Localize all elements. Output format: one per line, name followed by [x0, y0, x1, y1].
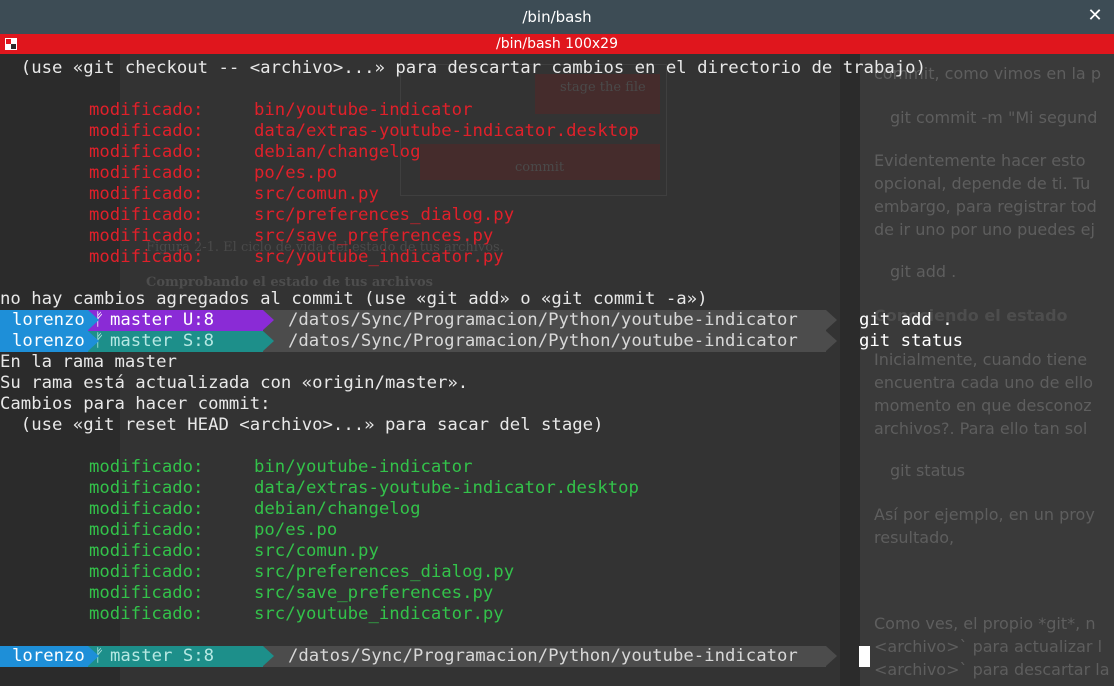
prompt-command: git status — [859, 331, 964, 351]
modified-file-line: modificado: data/extras-youtube-indicator… — [0, 121, 1114, 142]
staged-file-name: debian/changelog — [254, 499, 421, 519]
close-icon[interactable]: ✕ — [1086, 7, 1104, 25]
modified-file-name: src/comun.py — [254, 184, 379, 204]
modified-label: modificado: — [89, 163, 204, 183]
modified-file-line: modificado: src/youtube_indicator.py — [0, 247, 1114, 268]
terminal-output[interactable]: stage the file commit Figura 2-1. El cic… — [0, 54, 1114, 686]
modified-file-name: src/preferences_dialog.py — [254, 205, 515, 225]
staged-file-name: src/preferences_dialog.py — [254, 562, 515, 582]
modified-label: modificado: — [89, 100, 204, 120]
prompt-user: lorenzo — [12, 331, 85, 351]
prompt-path: /datos/Sync/Programacion/Python/youtube-… — [288, 331, 798, 351]
modified-file-line: modificado: po/es.po — [0, 163, 1114, 184]
shell-prompt: lorenzo ᚠ master S:8 /datos/Sync/Programa… — [0, 646, 1114, 667]
prompt-branch: master U:8 — [110, 310, 215, 330]
staged-file-line: modificado: data/extras-youtube-indicator… — [0, 478, 1114, 499]
prompt-user-segment: lorenzo — [0, 646, 99, 667]
terminal-line: (use «git checkout -- <archivo>...» para… — [0, 58, 926, 78]
prompt-branch: master S:8 — [110, 646, 215, 666]
modified-file-name: src/save_preferences.py — [254, 226, 494, 246]
terminal-lines: (use «git checkout -- <archivo>...» para… — [0, 58, 1114, 667]
modified-label: modificado: — [89, 226, 204, 246]
window-titlebar[interactable]: /bin/bash ✕ — [0, 0, 1114, 34]
modified-file-name: src/youtube_indicator.py — [254, 247, 504, 267]
modified-label: modificado: — [89, 121, 204, 141]
prompt-path-segment: /datos/Sync/Programacion/Python/youtube-… — [263, 331, 837, 352]
modified-file-line: modificado: src/preferences_dialog.py — [0, 205, 1114, 226]
modified-file-name: data/extras-youtube-indicator.desktop — [254, 121, 639, 141]
prompt-path-segment: /datos/Sync/Programacion/Python/youtube-… — [263, 646, 837, 667]
modified-label: modificado: — [89, 583, 204, 603]
modified-file-name: po/es.po — [254, 163, 338, 183]
tab-title: /bin/bash 100x29 — [496, 36, 618, 52]
terminal-tab-bar[interactable]: /bin/bash 100x29 — [0, 34, 1114, 54]
staged-file-line: modificado: src/youtube_indicator.py — [0, 604, 1114, 625]
terminal-line: no hay cambios agregados al commit (use … — [0, 289, 708, 309]
modified-file-name: debian/changelog — [254, 142, 421, 162]
staged-file-name: po/es.po — [254, 520, 338, 540]
prompt-branch: master S:8 — [110, 331, 215, 351]
staged-file-line: modificado: bin/youtube-indicator — [0, 457, 1114, 478]
modified-label: modificado: — [89, 247, 204, 267]
prompt-branch-segment: ᚠ master S:8 — [88, 331, 274, 352]
staged-file-name: bin/youtube-indicator — [254, 457, 473, 477]
staged-file-name: data/extras-youtube-indicator.desktop — [254, 478, 639, 498]
staged-file-line: modificado: debian/changelog — [0, 499, 1114, 520]
staged-file-name: src/save_preferences.py — [254, 583, 494, 603]
modified-label: modificado: — [89, 562, 204, 582]
prompt-command: git add . — [859, 310, 953, 330]
modified-label: modificado: — [89, 142, 204, 162]
modified-label: modificado: — [89, 520, 204, 540]
modified-file-line: modificado: src/save_preferences.py — [0, 226, 1114, 247]
modified-label: modificado: — [89, 604, 204, 624]
prompt-user: lorenzo — [12, 310, 85, 330]
shell-prompt: lorenzo ᚠ master U:8 /datos/Sync/Programa… — [0, 310, 1114, 331]
prompt-branch-segment: ᚠ master S:8 — [88, 646, 274, 667]
staged-file-name: src/youtube_indicator.py — [254, 604, 504, 624]
prompt-path: /datos/Sync/Programacion/Python/youtube-… — [288, 310, 798, 330]
prompt-user-segment: lorenzo — [0, 310, 99, 331]
staged-file-name: src/comun.py — [254, 541, 379, 561]
terminal-line: (use «git reset HEAD <archivo>...» para … — [0, 415, 604, 435]
staged-file-line: modificado: src/comun.py — [0, 541, 1114, 562]
terminal-split-icon[interactable] — [4, 37, 18, 51]
modified-file-line: modificado: bin/youtube-indicator — [0, 100, 1114, 121]
modified-label: modificado: — [89, 205, 204, 225]
shell-prompt: lorenzo ᚠ master S:8 /datos/Sync/Programa… — [0, 331, 1114, 352]
prompt-path-segment: /datos/Sync/Programacion/Python/youtube-… — [263, 310, 837, 331]
window-title: /bin/bash — [522, 8, 592, 26]
prompt-user-segment: lorenzo — [0, 331, 99, 352]
terminal-cursor[interactable] — [859, 646, 870, 667]
modified-label: modificado: — [89, 541, 204, 561]
staged-file-line: modificado: po/es.po — [0, 520, 1114, 541]
terminal-line: Cambios para hacer commit: — [0, 394, 271, 414]
modified-label: modificado: — [89, 499, 204, 519]
terminal-line: En la rama master — [0, 352, 177, 372]
modified-label: modificado: — [89, 478, 204, 498]
terminal-line: Su rama está actualizada con «origin/mas… — [0, 373, 469, 393]
modified-file-name: bin/youtube-indicator — [254, 100, 473, 120]
modified-file-line: modificado: src/comun.py — [0, 184, 1114, 205]
staged-file-line: modificado: src/save_preferences.py — [0, 583, 1114, 604]
staged-file-line: modificado: src/preferences_dialog.py — [0, 562, 1114, 583]
prompt-user: lorenzo — [12, 646, 85, 666]
prompt-path: /datos/Sync/Programacion/Python/youtube-… — [288, 646, 798, 666]
prompt-branch-segment: ᚠ master U:8 — [88, 310, 274, 331]
modified-label: modificado: — [89, 184, 204, 204]
modified-file-line: modificado: debian/changelog — [0, 142, 1114, 163]
modified-label: modificado: — [89, 457, 204, 477]
